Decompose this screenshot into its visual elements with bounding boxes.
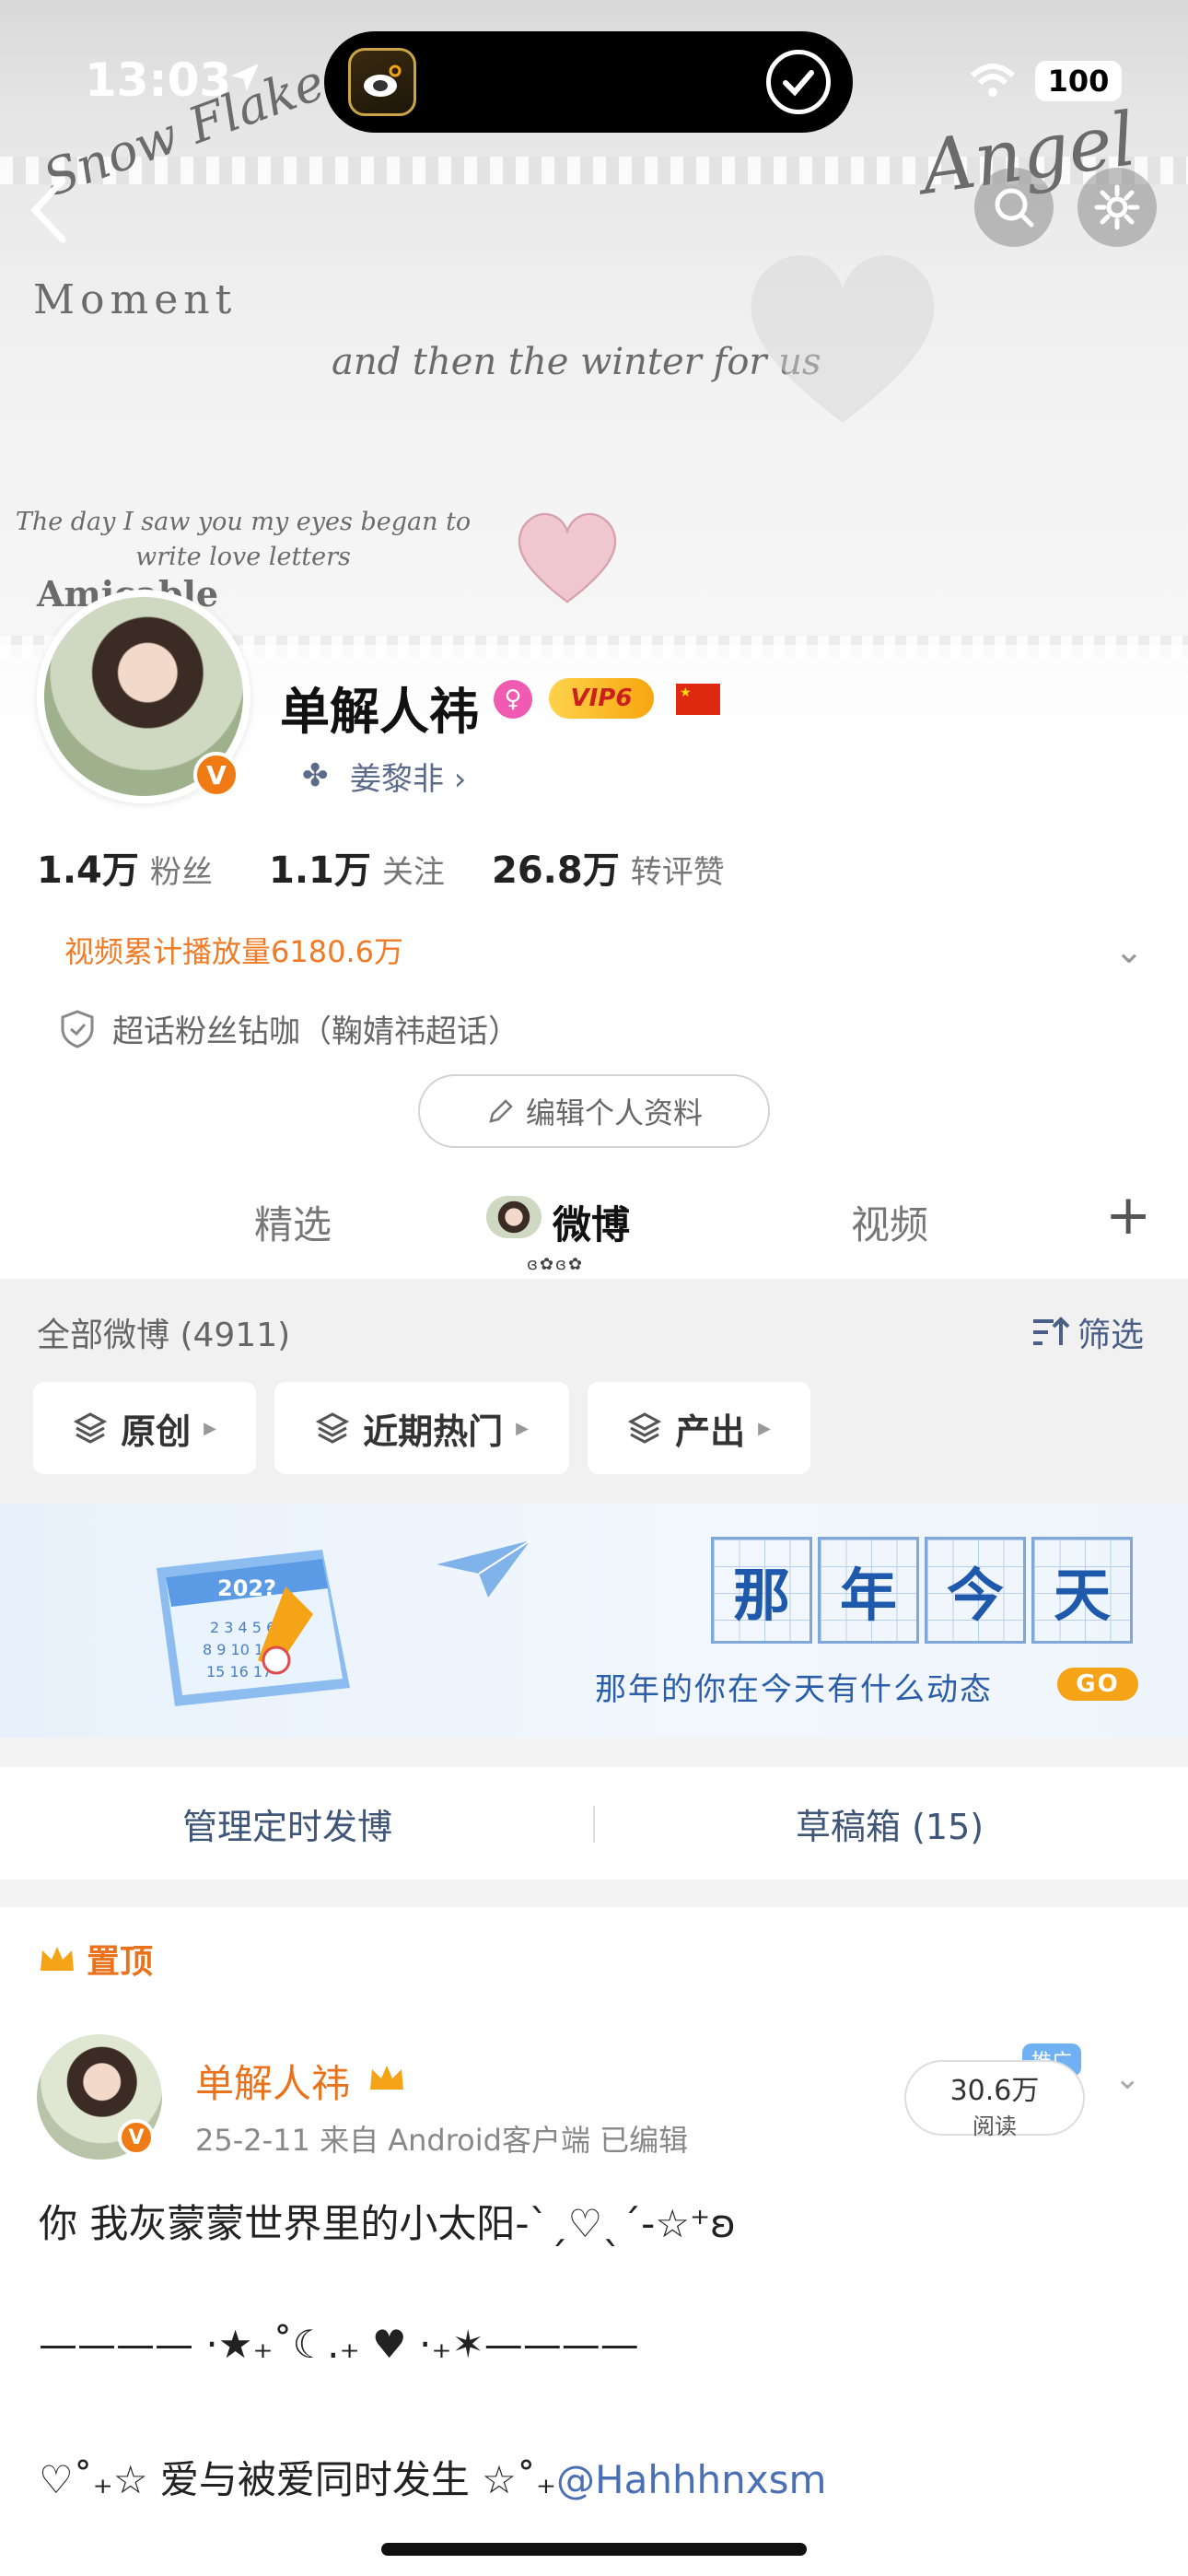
mention-link[interactable]: @Hahhhnxsm [556,2457,826,2502]
stat-label: 关注 [381,854,445,891]
stat-value: 1.4万 [37,849,139,892]
calendar-icon: 202? 2 3 4 5 68 9 10 1115 16 17 [157,1550,350,1706]
post-text-line: ♡˚₊☆ 爱与被爱同时发生 ☆˚₊@Hahhhnxsm [39,2449,826,2505]
check-icon [766,50,831,114]
filter-button[interactable]: 筛选 [1030,1308,1144,1356]
svg-text:2 3 4 5 6: 2 3 4 5 6 [210,1619,275,1636]
back-icon[interactable] [28,175,70,249]
stat-value: 26.8万 [492,849,620,892]
stat-following[interactable]: 1.1万 关注 [269,840,445,894]
battery-indicator: 100 [1035,61,1122,101]
reads-label: 阅读 [973,2113,1017,2139]
memory-char: 那 [711,1537,812,1644]
tab-weibo[interactable]: 微博 [553,1194,630,1250]
filter-label: 筛选 [1077,1317,1145,1354]
edit-profile-button[interactable]: 编辑个人资料 [418,1074,770,1148]
chip-output[interactable]: 产出 ▶ [588,1382,810,1474]
tab-decoration-avatar [486,1196,542,1238]
layers-icon [73,1412,108,1444]
all-posts-count: 全部微博 (4911) [37,1317,291,1354]
stat-label: 转评赞 [630,854,725,891]
chip-original[interactable]: 原创 ▶ [33,1382,256,1474]
memory-char: 今 [925,1537,1026,1644]
pinned-text: 置顶 [87,1943,154,1981]
reads-counter[interactable]: 30.6万 阅读 [904,2060,1085,2139]
layers-icon [627,1412,662,1444]
settings-button[interactable] [1077,168,1157,247]
gear-icon [1094,184,1140,230]
super-fans-badge[interactable]: 超话粉丝钻咖（鞠婧祎超话） [59,1006,519,1051]
filter-icon [1033,1317,1070,1345]
caret-right-icon: ▶ [758,1418,771,1438]
layers-icon [315,1412,350,1444]
chevron-down-icon[interactable]: ⌄ [1114,2060,1141,2097]
super-fans-text: 超话粉丝钻咖（鞠婧祎超话） [112,1013,519,1050]
clover-icon: ✤ [302,757,329,794]
status-time: 13:03 [85,53,232,107]
calendar-year: 202? [217,1575,276,1601]
weibo-app-icon [348,48,416,116]
post-text-line: 你 我灰蒙蒙世界里的小太阳-ˋˏ♡ˎˊ-☆⁺ʚ [39,2201,737,2246]
heart-icon [512,505,623,606]
chip-label: 产出 [675,1411,746,1452]
chip-recent-hot[interactable]: 近期热门 ▶ [274,1382,569,1474]
reads-number: 30.6万 [949,2075,1040,2107]
add-tab-icon[interactable]: + [1105,1183,1151,1247]
caret-right-icon: ▶ [204,1418,216,1438]
pinned-label: 置顶 [37,1935,153,1983]
crown-badge-icon [367,2058,407,2099]
crown-icon [41,1947,74,1971]
wifi-icon [969,63,1017,103]
chip-label: 近期热门 [363,1411,504,1452]
banner-script-text: Moment [33,276,238,323]
linked-account-link[interactable]: 姜黎非 › [350,754,466,799]
post-author[interactable]: 单解人祎 [195,2053,350,2109]
stat-fans[interactable]: 1.4万 粉丝 [37,840,213,894]
verified-badge-icon: V [118,2119,155,2156]
location-arrow-icon [227,59,263,100]
tab-active-indicator: ɞ✿ɞ✿ [527,1255,585,1274]
paper-plane-icon [437,1540,531,1598]
banner-script-text: The day I saw you my eyes began to write… [15,508,472,571]
memory-char: 天 [1031,1537,1133,1644]
tab-videos[interactable]: 视频 [851,1194,928,1250]
search-button[interactable] [974,168,1054,247]
chip-label: 原创 [121,1411,192,1452]
post-text-line: ———— ·★₊˚☾.₊ ♥ ·₊✶———— [39,2322,639,2367]
svg-text:15 16 17: 15 16 17 [206,1663,272,1680]
vip-badge[interactable]: VIP6 [549,678,654,719]
video-plays-text: 视频累计播放量6180.6万 [64,934,403,969]
china-flag-icon: ★ [676,684,720,715]
divider [593,1806,595,1843]
memory-char: 年 [818,1537,919,1644]
shield-icon [61,1009,94,1048]
heart-icon [737,238,949,431]
female-icon: ♀ [494,680,532,719]
tab-featured[interactable]: 精选 [254,1194,332,1250]
post-text: ♡˚₊☆ 爱与被爱同时发生 ☆˚₊ [39,2457,556,2502]
scheduled-posts-button[interactable]: 管理定时发博 [182,1798,392,1849]
home-indicator [381,2543,807,2556]
search-icon [995,188,1034,228]
edit-profile-label: 编辑个人资料 [525,1095,703,1130]
pencil-icon [489,1099,513,1123]
stat-label: 粉丝 [149,854,213,891]
verified-badge-icon: V [193,752,239,798]
profile-name: 单解人祎 [280,683,479,741]
caret-right-icon: ▶ [516,1418,529,1438]
memory-subtitle: 那年的你在今天有什么动态 [595,1671,993,1708]
chevron-down-icon[interactable]: ⌄ [1114,931,1144,971]
post-meta: 25-2-11 来自 Android客户端 已编辑 [195,2123,689,2158]
stat-interactions[interactable]: 26.8万 转评赞 [492,840,725,894]
stat-value: 1.1万 [269,849,371,892]
drafts-button[interactable]: 草稿箱 (15) [796,1798,984,1849]
go-button[interactable]: GO [1057,1668,1138,1701]
